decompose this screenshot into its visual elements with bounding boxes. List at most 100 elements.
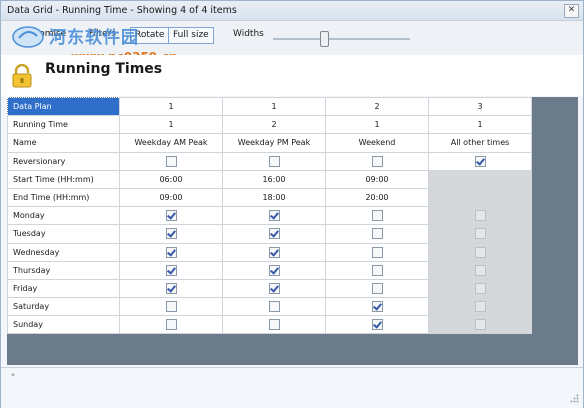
checkbox[interactable] — [165, 246, 177, 258]
grid-cell[interactable]: Weekend — [325, 133, 429, 153]
checkbox[interactable] — [268, 301, 280, 313]
grid-cell — [119, 315, 223, 335]
grid-cell[interactable]: 1 — [222, 96, 326, 117]
checkbox[interactable] — [474, 155, 486, 167]
grid-cell — [119, 242, 223, 262]
checkbox[interactable] — [268, 155, 280, 167]
checkbox[interactable] — [268, 246, 280, 258]
checkbox[interactable] — [165, 210, 177, 222]
checkbox[interactable] — [371, 282, 383, 294]
grid-row: Friday — [7, 278, 532, 299]
row-header[interactable]: Data Plan — [7, 96, 120, 117]
grid-cell[interactable]: 16:00 — [222, 169, 326, 189]
grid-cell[interactable]: 18:00 — [222, 187, 326, 208]
grid-cell — [222, 315, 326, 335]
grid-table: Data Plan 1 1 2 3 Running Time 1 2 1 1 Name Weekday… — [7, 96, 532, 335]
checkbox[interactable] — [165, 155, 177, 167]
widths-slider-thumb[interactable] — [319, 31, 329, 47]
row-header[interactable]: Thursday — [7, 260, 120, 280]
grid-cell[interactable]: All other times — [428, 133, 532, 153]
grid-row: Sunday — [7, 315, 532, 335]
grid-cell — [119, 151, 223, 171]
grid-cell — [428, 242, 532, 262]
checkbox[interactable] — [165, 264, 177, 276]
grid-cell[interactable]: 20:00 — [325, 187, 429, 208]
grid-cell[interactable]: 3 — [428, 96, 532, 117]
row-header[interactable]: Tuesday — [7, 224, 120, 244]
grid-cell — [222, 278, 326, 299]
grid-cell[interactable]: 2 — [325, 96, 429, 117]
lock-icon — [12, 64, 32, 88]
grid-cell[interactable]: 2 — [222, 115, 326, 135]
grid-cell[interactable]: Weekday AM Peak — [119, 133, 223, 153]
row-header[interactable]: Friday — [7, 278, 120, 299]
checkbox[interactable] — [165, 228, 177, 240]
checkbox — [474, 228, 486, 240]
grid-cell — [325, 242, 429, 262]
grid-cell — [119, 260, 223, 280]
checkbox — [474, 264, 486, 276]
grid-cell — [428, 206, 532, 226]
grid-cell[interactable]: 1 — [428, 115, 532, 135]
grid-cell — [428, 315, 532, 335]
grid-cell — [325, 224, 429, 244]
checkbox — [474, 282, 486, 294]
grid-cell — [325, 206, 429, 226]
grid-cell[interactable]: 09:00 — [325, 169, 429, 189]
checkbox[interactable] — [268, 228, 280, 240]
checkbox[interactable] — [371, 210, 383, 222]
full-size-button[interactable]: Full size — [168, 27, 214, 44]
grid-cell[interactable]: 1 — [325, 115, 429, 135]
checkbox[interactable] — [165, 319, 177, 331]
page-title: Running Times — [45, 61, 163, 77]
grid-row: Thursday — [7, 260, 532, 280]
row-header[interactable]: End Time (HH:mm) — [7, 187, 120, 208]
row-header[interactable]: Saturday — [7, 297, 120, 317]
status-bar — [1, 367, 583, 408]
row-header[interactable]: Running Time — [7, 115, 120, 135]
grid-cell — [428, 278, 532, 299]
grid-cell[interactable]: 1 — [119, 96, 223, 117]
close-button[interactable]: ✕ — [564, 4, 579, 18]
grid-cell — [325, 297, 429, 317]
watermark-logo-icon — [12, 26, 44, 48]
checkbox[interactable] — [268, 210, 280, 222]
checkbox[interactable] — [268, 319, 280, 331]
grid-cell — [119, 206, 223, 226]
grid-cell — [325, 315, 429, 335]
resize-grip-icon[interactable] — [570, 394, 579, 403]
checkbox[interactable] — [165, 282, 177, 294]
checkbox[interactable] — [371, 301, 383, 313]
checkbox[interactable] — [371, 228, 383, 240]
checkbox[interactable] — [268, 282, 280, 294]
checkbox[interactable] — [371, 319, 383, 331]
row-header[interactable]: Start Time (HH:mm) — [7, 169, 120, 189]
checkbox — [474, 246, 486, 258]
grid-cell[interactable]: Weekday PM Peak — [222, 133, 326, 153]
checkbox[interactable] — [268, 264, 280, 276]
grid-cell — [222, 242, 326, 262]
checkbox[interactable] — [371, 155, 383, 167]
checkbox — [474, 319, 486, 331]
row-header[interactable]: Sunday — [7, 315, 120, 335]
checkbox[interactable] — [371, 264, 383, 276]
grid-cell[interactable]: 1 — [119, 115, 223, 135]
grid-cell[interactable]: 09:00 — [119, 187, 223, 208]
grid-cell — [119, 224, 223, 244]
grid-cell[interactable] — [428, 187, 532, 208]
grid-cell — [325, 260, 429, 280]
grid-cell — [325, 151, 429, 171]
checkbox[interactable] — [371, 246, 383, 258]
row-header[interactable]: Name — [7, 133, 120, 153]
title-bar[interactable]: Data Grid - Running Time - Showing 4 of … — [1, 1, 583, 21]
grid-cell — [428, 224, 532, 244]
row-header[interactable]: Wednesday — [7, 242, 120, 262]
checkbox[interactable] — [165, 301, 177, 313]
grid-cell[interactable]: 06:00 — [119, 169, 223, 189]
grid-cell[interactable] — [428, 169, 532, 189]
row-header[interactable]: Reversionary — [7, 151, 120, 171]
checkbox — [474, 301, 486, 313]
widths-slider-track[interactable] — [273, 38, 410, 40]
row-header[interactable]: Monday — [7, 206, 120, 226]
grid-row: Monday — [7, 206, 532, 226]
